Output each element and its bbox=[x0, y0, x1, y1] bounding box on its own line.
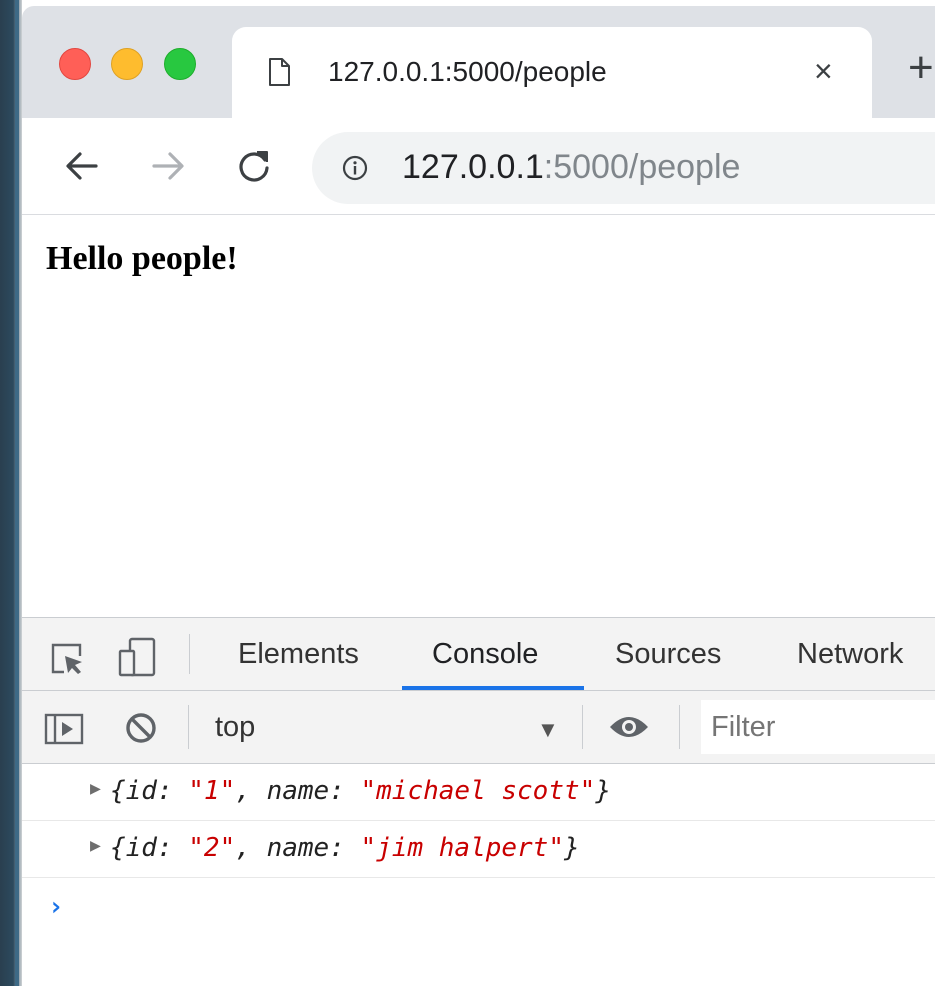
devtools-panel: Elements Console Sources Network top ▼ F… bbox=[22, 617, 935, 992]
eye-icon[interactable] bbox=[608, 713, 650, 741]
tab-elements[interactable]: Elements bbox=[238, 638, 359, 671]
console-toolbar: top ▼ bbox=[22, 691, 935, 764]
object-value: "michael scott" bbox=[360, 776, 596, 806]
object-value: "jim halpert" bbox=[360, 833, 565, 863]
console-object: {id: "1", name: "michael scott"} bbox=[110, 776, 611, 806]
active-tab-indicator bbox=[402, 686, 584, 690]
object-key: id: bbox=[125, 776, 173, 806]
url-host: 127.0.0.1 bbox=[402, 148, 544, 186]
inspect-element-icon[interactable] bbox=[50, 642, 86, 676]
filter-input[interactable] bbox=[701, 700, 935, 754]
console-row[interactable]: ▶ {id: "1", name: "michael scott"} bbox=[22, 764, 935, 821]
url-text: 127.0.0.1:5000/people bbox=[402, 148, 740, 187]
info-icon[interactable] bbox=[342, 155, 368, 181]
device-toolbar-icon[interactable] bbox=[118, 637, 158, 677]
reload-icon[interactable] bbox=[234, 146, 274, 186]
console-object: {id: "2", name: "jim halpert"} bbox=[110, 833, 580, 863]
console-row[interactable]: ▶ {id: "2", name: "jim halpert"} bbox=[22, 821, 935, 878]
expand-triangle-icon[interactable]: ▶ bbox=[90, 835, 101, 856]
filter-divider bbox=[188, 705, 189, 749]
maximize-window-button[interactable] bbox=[164, 48, 196, 80]
sidebar-toggle-icon[interactable] bbox=[44, 713, 84, 745]
object-key: name: bbox=[266, 776, 345, 806]
toolbar-divider bbox=[189, 634, 190, 674]
minimize-window-button[interactable] bbox=[111, 48, 143, 80]
tab-strip: 127.0.0.1:5000/people × + bbox=[22, 6, 935, 118]
address-bar[interactable]: 127.0.0.1:5000/people bbox=[312, 132, 935, 204]
context-selector[interactable]: top bbox=[215, 711, 255, 744]
desktop-stripe bbox=[15, 0, 19, 986]
expand-triangle-icon[interactable]: ▶ bbox=[90, 778, 101, 799]
object-key: name: bbox=[266, 833, 345, 863]
object-value: "1" bbox=[188, 776, 236, 806]
filter-divider bbox=[582, 705, 583, 749]
tab-title: 127.0.0.1:5000/people bbox=[328, 56, 607, 87]
back-arrow-icon[interactable] bbox=[62, 146, 102, 186]
object-value: "2" bbox=[188, 833, 236, 863]
close-icon[interactable]: × bbox=[814, 55, 833, 87]
url-path: :5000/people bbox=[543, 148, 741, 186]
document-icon bbox=[269, 58, 290, 86]
object-key: id: bbox=[125, 833, 173, 863]
close-window-button[interactable] bbox=[59, 48, 91, 80]
tab-sources[interactable]: Sources bbox=[615, 638, 721, 671]
page-heading: Hello people! bbox=[46, 240, 238, 277]
browser-tab[interactable]: 127.0.0.1:5000/people × bbox=[232, 27, 872, 118]
devtools-tab-bar: Elements Console Sources Network bbox=[22, 618, 935, 691]
clear-console-icon[interactable] bbox=[124, 711, 158, 745]
plus-icon[interactable]: + bbox=[908, 46, 934, 90]
tab-network[interactable]: Network bbox=[797, 638, 903, 671]
filter-divider bbox=[679, 705, 680, 749]
browser-window: 127.0.0.1:5000/people × + 127.0.0.1:5000… bbox=[22, 6, 935, 992]
dropdown-caret-icon[interactable]: ▼ bbox=[537, 717, 559, 743]
desktop-edge bbox=[0, 0, 22, 986]
browser-toolbar: 127.0.0.1:5000/people bbox=[22, 118, 935, 215]
tab-console[interactable]: Console bbox=[432, 638, 538, 671]
forward-arrow-icon[interactable] bbox=[148, 146, 188, 186]
console-prompt[interactable]: › bbox=[48, 892, 64, 922]
